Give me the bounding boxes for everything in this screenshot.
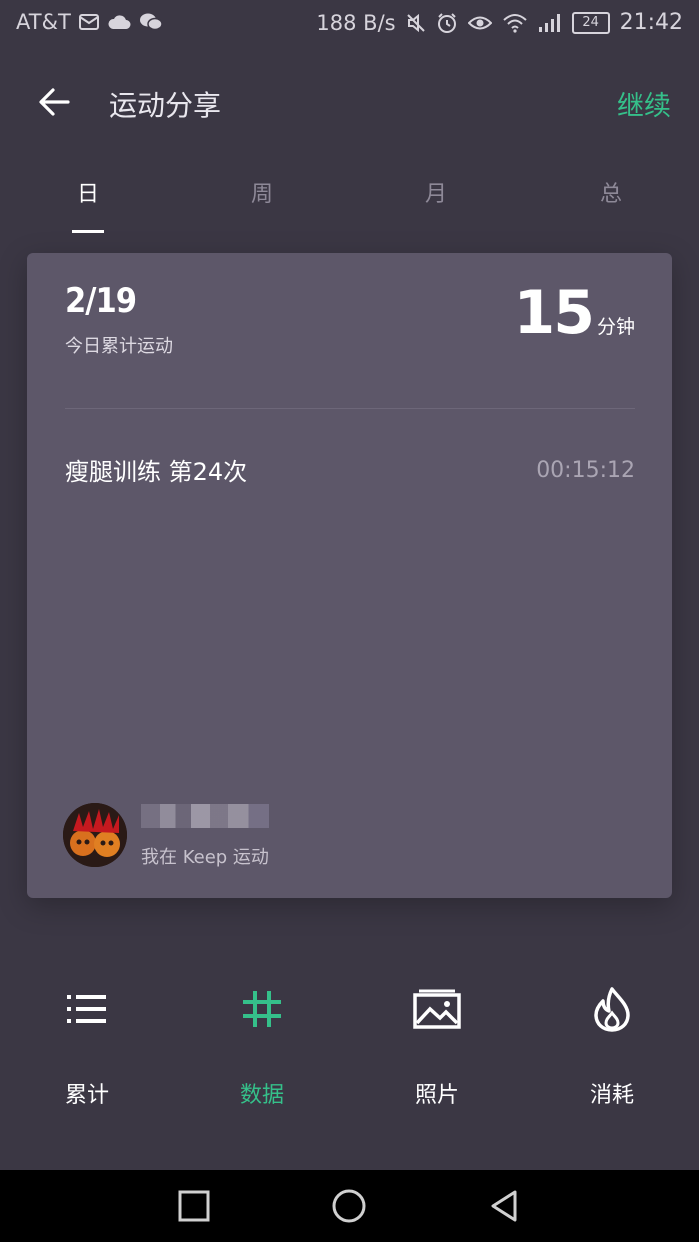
- card-divider: [65, 408, 635, 409]
- tab-month[interactable]: 月: [406, 176, 466, 208]
- period-tabs: 日 周 月 总: [0, 176, 699, 236]
- back-button[interactable]: [34, 82, 74, 122]
- back-nav-button[interactable]: [487, 1188, 523, 1224]
- tab-day[interactable]: 日: [58, 176, 118, 208]
- continue-button[interactable]: 继续: [617, 84, 671, 123]
- flame-icon: [594, 987, 630, 1032]
- card-subtitle: 今日累计运动: [65, 336, 173, 357]
- total-duration: 15 分钟: [513, 281, 635, 345]
- square-icon: [178, 1190, 210, 1222]
- option-label: 累计: [64, 1083, 109, 1108]
- option-cumulative[interactable]: 累计: [27, 975, 147, 1115]
- clock: 21:42: [619, 10, 683, 35]
- network-speed: 188 B/s: [316, 10, 396, 35]
- battery-indicator: 24: [571, 11, 610, 34]
- carrier-label: AT&T: [16, 10, 71, 34]
- alarm-icon: [436, 12, 458, 34]
- cloud-icon: [107, 14, 131, 30]
- option-label: 照片: [414, 1083, 459, 1108]
- option-data[interactable]: 数据: [202, 975, 322, 1115]
- back-arrow-icon: [39, 88, 70, 116]
- page-title: 运动分享: [109, 89, 222, 122]
- status-left: AT&T: [16, 10, 163, 34]
- tab-week[interactable]: 周: [232, 176, 292, 208]
- username-redacted: [141, 804, 269, 828]
- signal-icon: [538, 13, 562, 33]
- eye-icon: [467, 14, 492, 32]
- tab-total[interactable]: 总: [581, 176, 641, 208]
- wechat-icon: [139, 12, 163, 32]
- share-card: 2/19 今日累计运动 15 分钟 瘦腿训练 第24次 00:15:12 我在 …: [27, 253, 672, 898]
- system-nav-bar: [0, 1170, 699, 1242]
- option-calories[interactable]: 消耗: [552, 975, 672, 1115]
- mail-icon: [78, 14, 99, 30]
- active-tab-indicator: [72, 230, 104, 233]
- recents-button[interactable]: [176, 1188, 212, 1224]
- wifi-icon: [502, 13, 528, 33]
- image-icon: [413, 989, 461, 1029]
- circle-icon: [332, 1189, 366, 1223]
- home-button[interactable]: [331, 1188, 367, 1224]
- user-caption: 我在 Keep 运动: [141, 847, 269, 868]
- app-bar: 运动分享 继续: [0, 70, 699, 134]
- hash-icon: [243, 991, 281, 1027]
- option-label: 消耗: [589, 1083, 634, 1108]
- workout-name: 瘦腿训练 第24次: [65, 458, 248, 486]
- status-bar: AT&T 188 B/s 24 21:42: [0, 0, 699, 48]
- list-icon: [67, 995, 106, 1023]
- duration-unit: 分钟: [596, 316, 635, 338]
- card-date: 2/19: [65, 281, 137, 321]
- mute-icon: [406, 13, 426, 33]
- duration-value: 15: [513, 278, 594, 348]
- status-right: 188 B/s 24 21:42: [316, 10, 683, 35]
- option-photo[interactable]: 照片: [377, 975, 497, 1115]
- triangle-back-icon: [491, 1190, 517, 1222]
- avatar: [63, 803, 127, 867]
- option-label: 数据: [239, 1083, 284, 1108]
- share-style-options: 累计 数据 照片 消耗: [0, 975, 699, 1120]
- workout-time: 00:15:12: [536, 458, 635, 483]
